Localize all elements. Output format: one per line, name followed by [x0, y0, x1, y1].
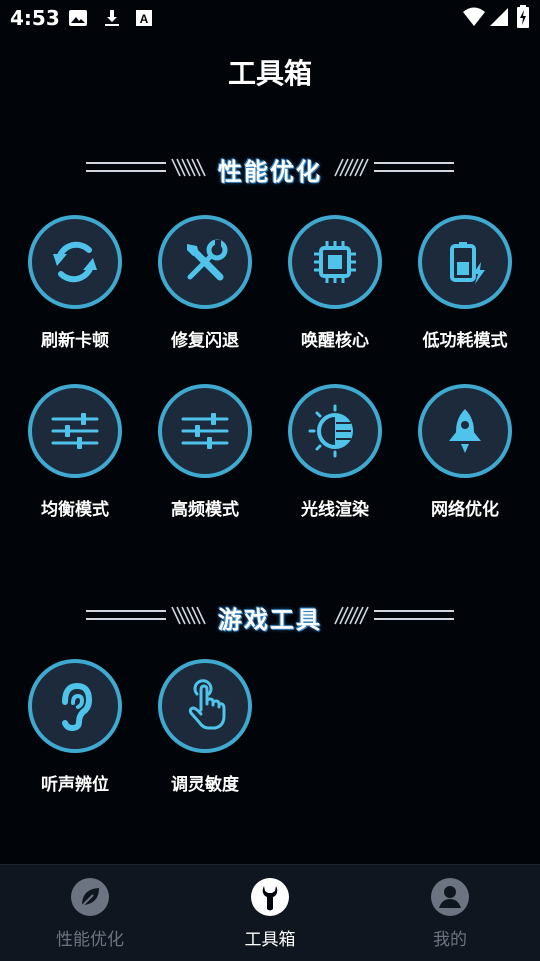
tool-label: 光线渲染	[301, 500, 369, 520]
signal-icon	[490, 8, 508, 26]
ear-icon	[62, 682, 93, 732]
tool-network-optimize[interactable]: 网络优化	[400, 384, 530, 520]
repair-tools-icon	[187, 239, 228, 281]
page-title: 工具箱	[227, 57, 312, 90]
status-bar: 4:53 A	[0, 0, 540, 36]
tool-label: 唤醒核心	[301, 331, 369, 351]
battery-saver-icon	[450, 242, 485, 284]
download-icon	[105, 10, 119, 26]
tool-label: 修复闪退	[171, 331, 239, 351]
cpu-chip-icon	[314, 241, 356, 283]
tool-adjust-sensitivity[interactable]: 调灵敏度	[140, 659, 270, 795]
tool-sound-locate[interactable]: 听声辨位	[10, 659, 140, 795]
battery-charging-icon	[517, 5, 529, 28]
tool-high-frequency-mode[interactable]: 高频模式	[140, 384, 270, 520]
tool-refresh-lag[interactable]: 刷新卡顿	[10, 215, 140, 351]
image-icon	[69, 10, 87, 26]
tool-label: 刷新卡顿	[41, 331, 109, 351]
refresh-icon	[53, 241, 97, 283]
tool-fix-crash[interactable]: 修复闪退	[140, 215, 270, 351]
section-title: 游戏工具	[218, 606, 322, 634]
tool-label: 均衡模式	[41, 500, 109, 520]
svg-text:A: A	[140, 12, 149, 26]
tool-ray-rendering[interactable]: 光线渲染	[270, 384, 400, 520]
tool-label: 低功耗模式	[422, 331, 508, 351]
sliders-icon	[181, 413, 229, 449]
tool-label: 听声辨位	[41, 775, 109, 795]
section-header-performance: 性能优化	[0, 150, 540, 186]
section-title: 性能优化	[218, 158, 322, 186]
nav-label: 我的	[433, 930, 467, 950]
font-icon: A	[136, 10, 152, 26]
leaf-icon	[71, 878, 109, 916]
wrench-icon	[251, 878, 289, 916]
nav-item-performance[interactable]: 性能优化	[0, 865, 180, 961]
nav-item-toolbox[interactable]: 工具箱	[180, 865, 360, 961]
tool-label: 调灵敏度	[171, 775, 239, 795]
wifi-icon	[463, 7, 485, 26]
sliders-icon	[51, 413, 99, 449]
tool-wake-core[interactable]: 唤醒核心	[270, 215, 400, 351]
user-icon	[431, 878, 469, 916]
tool-low-power-mode[interactable]: 低功耗模式	[400, 215, 530, 351]
nav-item-mine[interactable]: 我的	[360, 865, 540, 961]
bottom-navigation: 性能优化 工具箱 我的	[0, 864, 540, 961]
status-time: 4:53	[10, 6, 60, 30]
touch-hand-icon	[188, 679, 226, 730]
nav-label: 工具箱	[244, 930, 296, 950]
nav-label: 性能优化	[56, 930, 124, 950]
tool-label: 网络优化	[431, 500, 499, 520]
tool-label: 高频模式	[171, 500, 239, 520]
half-light-icon	[308, 404, 353, 458]
tool-balanced-mode[interactable]: 均衡模式	[10, 384, 140, 520]
rocket-icon	[449, 409, 481, 453]
section-header-game-tools: 游戏工具	[0, 598, 540, 634]
